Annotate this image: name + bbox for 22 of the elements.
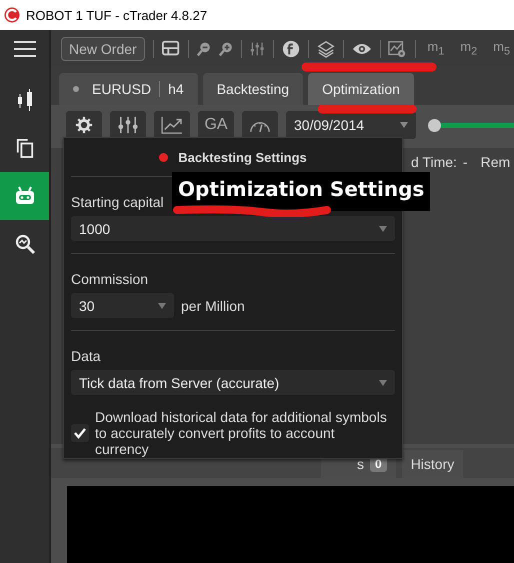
tab[interactable]: Backtesting	[202, 73, 304, 105]
annotation-label: Optimization Settings	[172, 172, 430, 211]
timeframe-button[interactable]: m$_{5}$	[489, 39, 514, 58]
field-label: Data	[71, 348, 102, 364]
stat-label: Rem	[480, 154, 510, 170]
stat-value: -	[462, 154, 468, 170]
stat-label: d Time:	[411, 154, 457, 170]
tab[interactable]: EURUSD h4	[59, 73, 198, 105]
popup-title: Backtesting Settings	[178, 150, 307, 164]
tab[interactable]: Optimization	[308, 73, 414, 105]
window-title: ROBOT 1 TUF - cTrader 4.8.27	[26, 8, 208, 22]
field-label: Commission	[71, 271, 150, 287]
starting-capital-dropdown[interactable]: 1000	[71, 216, 395, 241]
timeframe-button[interactable]: m$_{1}$	[423, 39, 448, 58]
ga-button[interactable]: GA	[198, 111, 234, 139]
unit-label: per Million	[181, 298, 245, 314]
tab[interactable]: History	[402, 450, 464, 478]
new-order-button[interactable]: New Order	[61, 36, 145, 60]
data-source-dropdown[interactable]: Tick data from Server (accurate)	[71, 370, 395, 395]
timeframe-button[interactable]: m$_{2}$	[456, 39, 482, 58]
commission-dropdown[interactable]: 30	[71, 293, 174, 318]
field-label: Starting capital	[71, 194, 165, 210]
